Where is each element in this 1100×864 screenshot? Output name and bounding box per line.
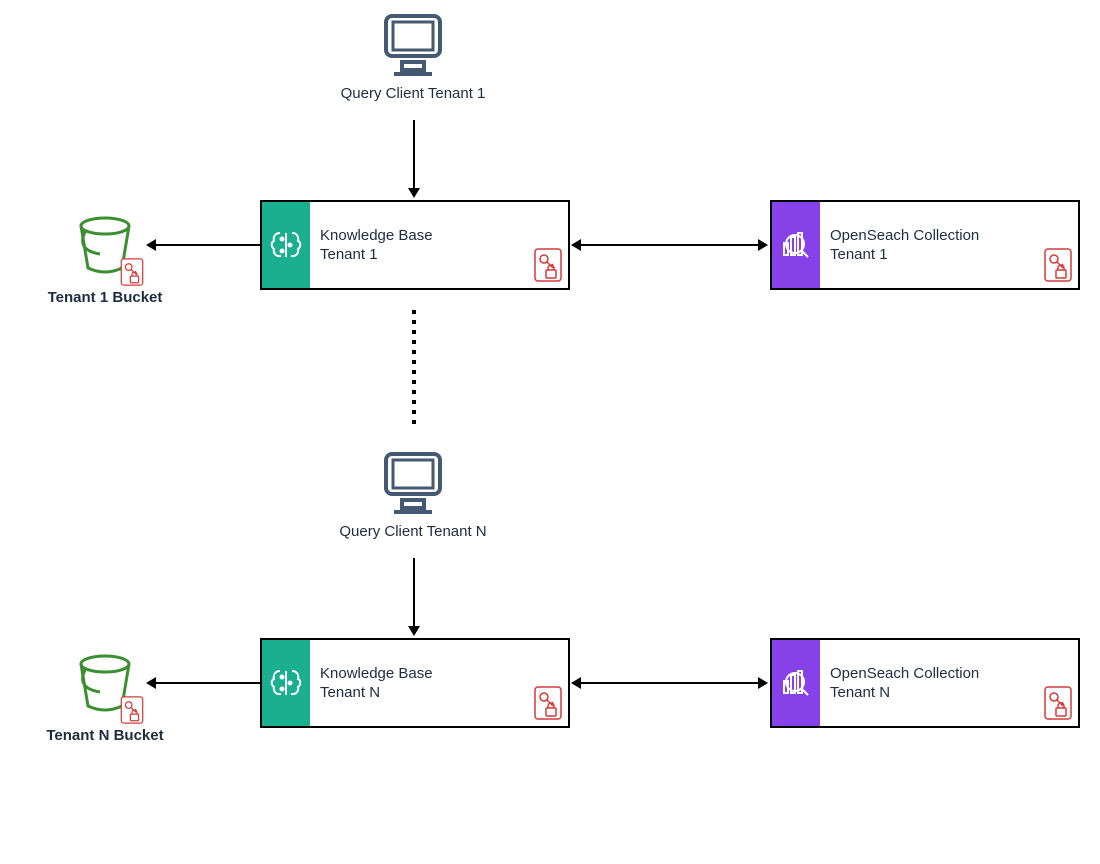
arrow-kbn-to-bucketn	[155, 682, 260, 684]
os-subtitle: Tenant N	[830, 683, 1068, 703]
bucket-tenant-1: Tenant 1 Bucket	[70, 210, 150, 306]
computer-icon	[378, 448, 448, 518]
opensearch-collection-tenant-1: OpenSeach Collection Tenant 1	[770, 200, 1080, 290]
arrowhead-icon	[408, 188, 420, 198]
kb-title: Knowledge Base	[320, 664, 558, 684]
opensearch-collection-tenant-n: OpenSeach Collection Tenant N	[770, 638, 1080, 728]
kb-subtitle: Tenant 1	[320, 245, 558, 265]
os-subtitle: Tenant 1	[830, 245, 1068, 265]
kms-lock-icon	[1044, 248, 1072, 282]
kms-lock-icon	[1044, 686, 1072, 720]
kb-subtitle: Tenant N	[320, 683, 558, 703]
arrowhead-icon	[408, 626, 420, 636]
arrow-kbn-osn	[580, 682, 760, 684]
search-analytics-icon	[778, 665, 814, 701]
bucket-label: Tenant 1 Bucket	[40, 289, 170, 306]
client-tenant-1: Query Client Tenant 1	[378, 10, 458, 102]
arrow-kb1-to-bucket1	[155, 244, 260, 246]
arrow-kb1-os1	[580, 244, 760, 246]
arrow-clientn-to-kbn	[413, 558, 415, 628]
arrowhead-icon	[758, 677, 768, 689]
kms-lock-icon	[120, 696, 144, 724]
search-analytics-icon	[778, 227, 814, 263]
arrowhead-icon	[571, 677, 581, 689]
brain-circuit-icon	[268, 665, 304, 701]
arrowhead-icon	[758, 239, 768, 251]
os-title: OpenSeach Collection	[830, 226, 1068, 246]
brain-circuit-icon	[268, 227, 304, 263]
kms-lock-icon	[534, 248, 562, 282]
knowledge-base-tenant-n: Knowledge Base Tenant N	[260, 638, 570, 728]
knowledge-base-tenant-1: Knowledge Base Tenant 1	[260, 200, 570, 290]
computer-icon	[378, 10, 448, 80]
client-tenant-n: Query Client Tenant N	[378, 448, 458, 540]
client-label: Query Client Tenant N	[328, 523, 498, 540]
kb-title: Knowledge Base	[320, 226, 558, 246]
bucket-label: Tenant N Bucket	[40, 727, 170, 744]
arrow-client1-to-kb1	[413, 120, 415, 190]
bucket-tenant-n: Tenant N Bucket	[70, 648, 150, 744]
kms-lock-icon	[120, 258, 144, 286]
arrowhead-icon	[571, 239, 581, 251]
ellipsis-vertical	[410, 310, 418, 430]
os-title: OpenSeach Collection	[830, 664, 1068, 684]
client-label: Query Client Tenant 1	[328, 85, 498, 102]
kms-lock-icon	[534, 686, 562, 720]
